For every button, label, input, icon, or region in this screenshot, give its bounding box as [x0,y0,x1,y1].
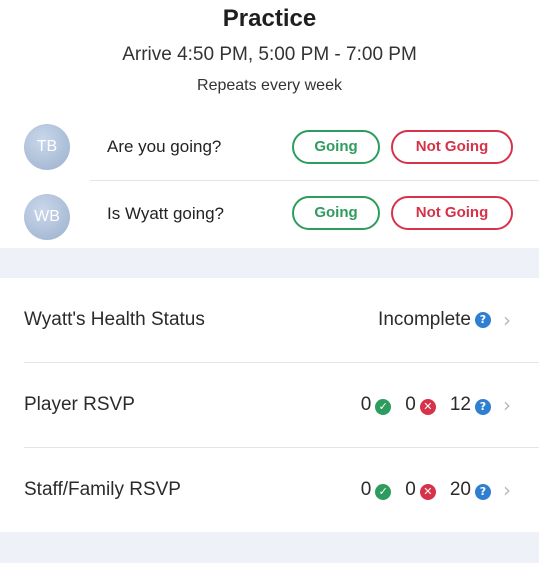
yes-count: 0 ✓ [361,479,392,501]
x-icon: ✕ [419,484,436,500]
rsvp-row-self: TB Are you going? Going Not Going [0,118,539,182]
event-title: Practice [222,5,317,32]
chevron-right-icon: › [503,478,511,502]
health-status-row[interactable]: Wyatt's Health Status Incomplete ? › [0,278,539,362]
avatar: WB [24,194,70,240]
section-spacer [0,248,539,278]
event-time: Arrive 4:50 PM, 5:00 PM - 7:00 PM [122,44,417,65]
event-repeat: Repeats every week [197,77,342,94]
question-icon: ? [475,312,491,328]
staff-rsvp-row[interactable]: Staff/Family RSVP 0 ✓ 0 ✕ 20? › [0,448,539,532]
rsvp-question: Are you going? [107,137,222,156]
health-status-value: Incomplete ? › [378,278,511,362]
going-button[interactable]: Going [292,130,380,164]
rsvp-question: Is Wyatt going? [107,204,225,223]
unknown-count: 12? [450,394,491,416]
no-count: 0 ✕ [405,394,436,416]
x-icon: ✕ [419,399,436,415]
check-icon: ✓ [375,399,392,415]
staff-rsvp-label: Staff/Family RSVP [24,479,181,500]
section-spacer [0,532,539,563]
player-rsvp-counts: 0 ✓ 0 ✕ 12? › [361,363,511,447]
rsvp-row-wyatt: WB Is Wyatt going? Going Not Going [0,182,539,246]
chevron-right-icon: › [503,393,511,417]
not-going-button[interactable]: Not Going [391,196,513,230]
player-rsvp-label: Player RSVP [24,394,135,415]
check-icon: ✓ [375,484,392,500]
unknown-count: 20? [450,479,491,501]
divider [90,180,539,181]
no-count: 0 ✕ [405,479,436,501]
health-status-text: Incomplete [378,309,471,330]
avatar: TB [24,124,70,170]
going-button[interactable]: Going [292,196,380,230]
staff-rsvp-counts: 0 ✓ 0 ✕ 20? › [361,448,511,532]
not-going-button[interactable]: Not Going [391,130,513,164]
player-rsvp-row[interactable]: Player RSVP 0 ✓ 0 ✕ 12? › [0,363,539,447]
chevron-right-icon: › [503,308,511,332]
yes-count: 0 ✓ [361,394,392,416]
health-status-label: Wyatt's Health Status [24,309,205,330]
question-icon: ? [475,399,491,415]
question-icon: ? [475,484,491,500]
